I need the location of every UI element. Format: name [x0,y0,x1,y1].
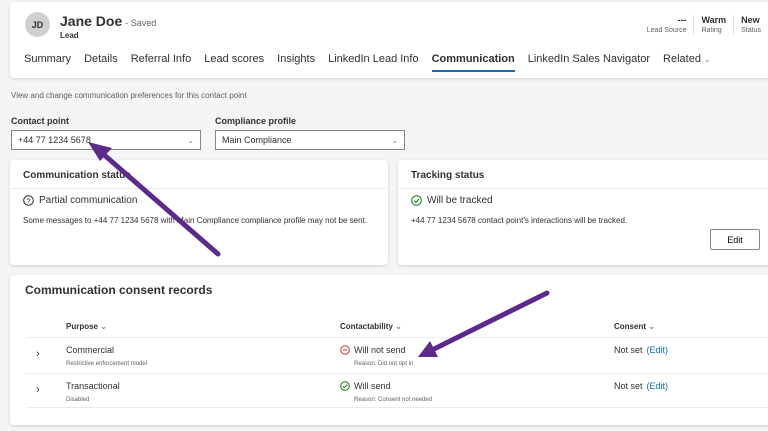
annotation-arrow-icon [88,142,221,257]
annotation-arrows [88,142,550,357]
annotation-arrow-icon [418,290,550,357]
